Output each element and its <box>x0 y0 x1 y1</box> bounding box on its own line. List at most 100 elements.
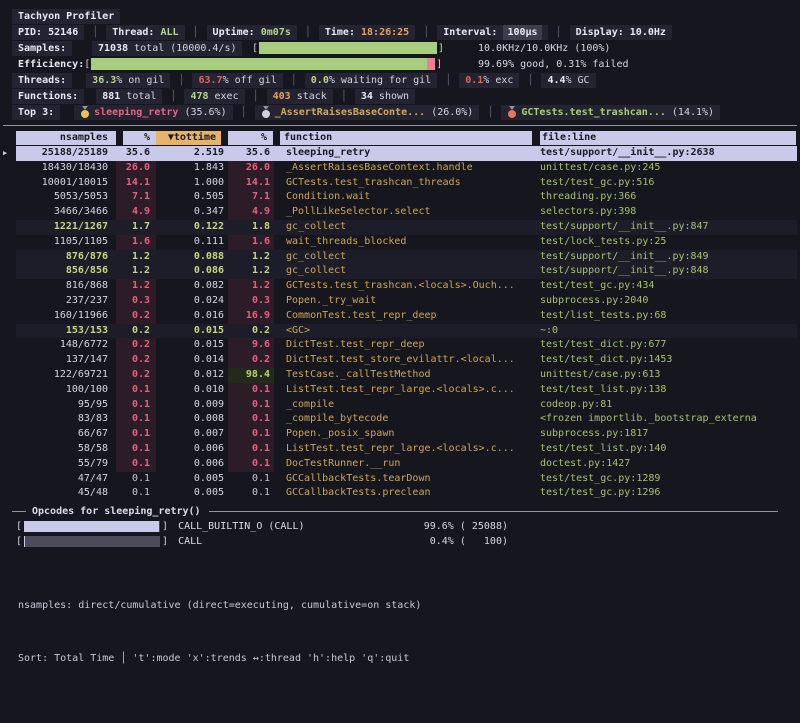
efficiency-bar <box>91 58 435 70</box>
header-function[interactable]: function <box>280 131 532 145</box>
cell-function: _PollLikeSelector.select <box>274 205 532 220</box>
cell-tottime: 0.015 <box>156 324 228 339</box>
top3-entry-3: GCTests.test_trashcan... (14.1%) <box>501 105 720 120</box>
cell-function: gc_collect <box>274 264 532 279</box>
silver-medal-icon <box>262 110 270 118</box>
cell-function: _compile <box>274 398 532 413</box>
table-row[interactable]: 237/237 0.3 0.024 0.3 Popen._try_wait su… <box>0 294 800 309</box>
cell-tottime: 0.088 <box>156 250 228 265</box>
header-cumulative-pct[interactable]: % <box>228 131 273 145</box>
thread-chip[interactable]: Thread: ALL <box>106 25 184 40</box>
table-row[interactable]: 1221/1267 1.7 0.122 1.8 gc_collect test/… <box>0 220 800 235</box>
cell-cumulative-pct: 1.2 <box>228 279 274 294</box>
table-row[interactable]: 5053/5053 7.1 0.505 7.1 Condition.wait t… <box>0 190 800 205</box>
header-nsamples[interactable]: nsamples <box>16 131 116 145</box>
samples-label: Samples: <box>12 41 72 56</box>
cell-function: ListTest.test_repr_large.<locals>.c... <box>274 442 532 457</box>
cell-tottime: 0.111 <box>156 235 228 250</box>
table-row[interactable]: 18430/18430 26.0 1.843 26.0 _AssertRaise… <box>0 161 800 176</box>
cell-direct-pct: 0.2 <box>116 353 156 368</box>
table-row[interactable]: 45/48 0.1 0.005 0.1 GCCallbackTests.prec… <box>0 486 800 501</box>
cell-function: _compile_bytecode <box>274 412 532 427</box>
cell-function: <GC> <box>274 324 532 339</box>
table-row[interactable]: 58/58 0.1 0.006 0.1 ListTest.test_repr_l… <box>0 442 800 457</box>
table-row[interactable]: 47/47 0.1 0.005 0.1 GCCallbackTests.tear… <box>0 472 800 487</box>
cell-function: DocTestRunner.__run <box>274 457 532 472</box>
cell-cumulative-pct: 9.6 <box>228 338 274 353</box>
functions-exec: 478 exec <box>184 89 244 104</box>
uptime-chip: Uptime: 0m07s <box>207 25 297 40</box>
cell-function: GCTests.test_trashcan_threads <box>274 176 532 191</box>
functions-label: Functions: <box>12 89 84 104</box>
profiler-screen: Tachyon Profiler PID: 52146 │ Thread: AL… <box>0 0 800 723</box>
top3-line: Top 3: sleeping_retry (35.6%) │ _AssertR… <box>0 104 800 120</box>
cell-tottime: 0.086 <box>156 264 228 279</box>
table-row[interactable]: 95/95 0.1 0.009 0.1 _compile codeop.py:8… <box>0 398 800 413</box>
cell-direct-pct: 26.0 <box>116 161 156 176</box>
cell-cumulative-pct: 0.1 <box>228 472 274 487</box>
cell-file-line: test/support/__init__.py:849 <box>532 250 797 265</box>
table-row[interactable]: 1105/1105 1.6 0.111 1.6 wait_threads_blo… <box>0 235 800 250</box>
cell-cumulative-pct: 1.6 <box>228 235 274 250</box>
table-row[interactable]: 876/876 1.2 0.088 1.2 gc_collect test/su… <box>0 250 800 265</box>
cell-direct-pct: 14.1 <box>116 176 156 191</box>
opcode-name: CALL <box>178 534 202 549</box>
cell-file-line: subprocess.py:2040 <box>532 294 797 309</box>
cell-direct-pct: 0.1 <box>116 457 156 472</box>
cell-cumulative-pct: 1.8 <box>228 220 274 235</box>
table-row[interactable]: 160/11966 0.2 0.016 16.9 CommonTest.test… <box>0 309 800 324</box>
cell-tottime: 0.006 <box>156 442 228 457</box>
cell-cumulative-pct: 0.2 <box>228 324 274 339</box>
cell-cumulative-pct: 0.1 <box>228 486 274 501</box>
table-row[interactable]: 856/856 1.2 0.086 1.2 gc_collect test/su… <box>0 264 800 279</box>
opcode-stat: 0.4% ( 100) <box>430 534 508 549</box>
header-file-line[interactable]: file:line <box>540 131 796 145</box>
opcode-bar <box>24 521 160 532</box>
interval-chip: Interval: 100µs <box>437 25 547 40</box>
table-row[interactable]: 122/69721 0.2 0.012 98.4 TestCase._callT… <box>0 368 800 383</box>
display-chip: Display: 10.0Hz <box>570 25 672 40</box>
table-row[interactable]: 148/6772 0.2 0.015 9.6 DictTest.test_rep… <box>0 338 800 353</box>
cell-nsamples: 237/237 <box>16 294 116 309</box>
opcode-row: [ ] CALL 0.4% ( 100) <box>0 534 508 549</box>
efficiency-summary: 99.69% good, 0.31% failed <box>478 56 629 72</box>
cell-cumulative-pct: 35.6 <box>228 146 274 161</box>
cell-file-line: selectors.py:398 <box>532 205 797 220</box>
opcodes-divider: Opcodes for sleeping_retry() <box>0 503 800 519</box>
table-row[interactable]: 816/868 1.2 0.082 1.2 GCTests.test_trash… <box>0 279 800 294</box>
table-row[interactable]: 83/83 0.1 0.008 0.1 _compile_bytecode <f… <box>0 412 800 427</box>
table-row[interactable]: 153/153 0.2 0.015 0.2 <GC> ~:0 <box>0 324 800 339</box>
table-row[interactable]: 66/67 0.1 0.007 0.1 Popen._posix_spawn s… <box>0 427 800 442</box>
samples-line: Samples: 71038 total (10000.4/s) [ ] 10.… <box>0 40 800 56</box>
cell-tottime: 0.024 <box>156 294 228 309</box>
table-row[interactable]: 55/79 0.1 0.006 0.1 DocTestRunner.__run … <box>0 457 800 472</box>
separator: │ <box>185 25 207 40</box>
table-row[interactable]: 25188/25189 35.6 2.519 35.6 sleeping_ret… <box>0 146 800 161</box>
cell-nsamples: 45/48 <box>16 486 116 501</box>
gold-medal-icon <box>81 110 89 118</box>
cell-nsamples: 47/47 <box>16 472 116 487</box>
cell-nsamples: 876/876 <box>16 250 116 265</box>
cell-cumulative-pct: 26.0 <box>228 161 274 176</box>
table-row[interactable]: 100/100 0.1 0.010 0.1 ListTest.test_repr… <box>0 383 800 398</box>
cell-tottime: 0.006 <box>156 457 228 472</box>
cell-nsamples: 3466/3466 <box>16 205 116 220</box>
opcode-bar <box>24 536 160 547</box>
separator: │ <box>297 25 319 40</box>
cell-direct-pct: 0.1 <box>116 398 156 413</box>
header-tottime-sorted[interactable]: ▼tottime <box>156 131 221 145</box>
cell-function: ListTest.test_repr_large.<locals>.c... <box>274 383 532 398</box>
cell-nsamples: 5053/5053 <box>16 190 116 205</box>
table-row[interactable]: 137/147 0.2 0.014 0.2 DictTest.test_stor… <box>0 353 800 368</box>
cell-cumulative-pct: 0.1 <box>228 427 274 442</box>
cell-function: CommonTest.test_repr_deep <box>274 309 532 324</box>
cell-function: Popen._try_wait <box>274 294 532 309</box>
header-direct-pct[interactable]: % <box>123 131 156 145</box>
table-row[interactable]: 3466/3466 4.9 0.347 4.9 _PollLikeSelecto… <box>0 205 800 220</box>
cell-file-line: test/support/__init__.py:2638 <box>532 146 797 161</box>
cell-file-line: subprocess.py:1817 <box>532 427 797 442</box>
cell-file-line: <frozen importlib._bootstrap_externa <box>532 412 797 427</box>
table-row[interactable]: 10001/10015 14.1 1.000 14.1 GCTests.test… <box>0 176 800 191</box>
cell-file-line: test/test_dict.py:1453 <box>532 353 797 368</box>
cell-direct-pct: 1.2 <box>116 264 156 279</box>
